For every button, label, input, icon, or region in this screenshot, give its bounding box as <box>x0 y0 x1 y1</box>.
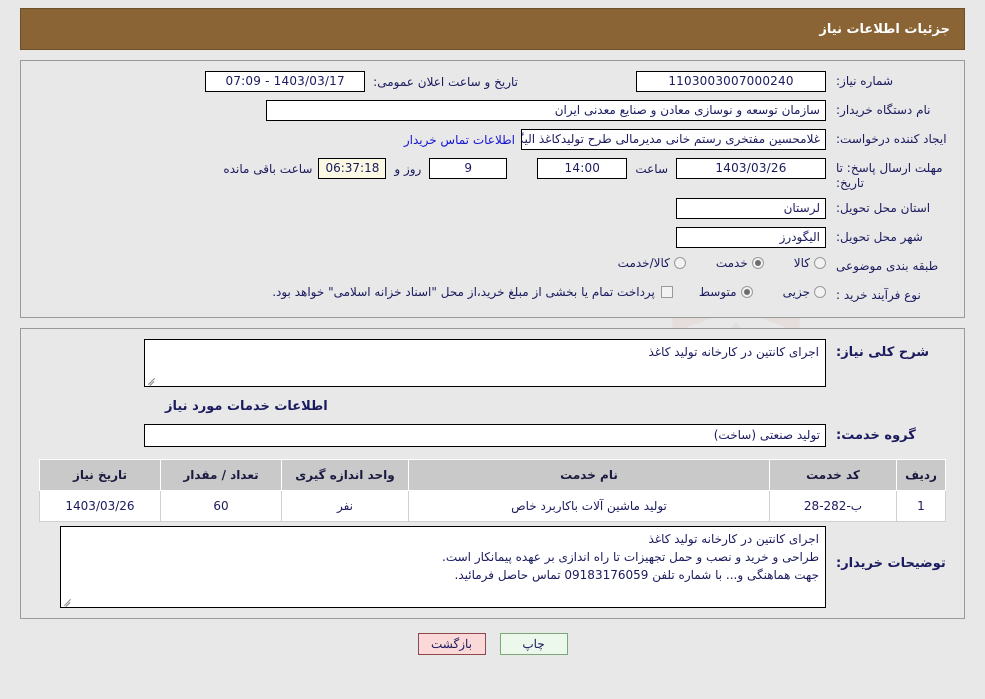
th-qty: تعداد / مقدار <box>160 459 282 491</box>
row-buyer-notes: توضیحات خریدار: اجرای کانتین در کارخانه … <box>31 526 954 608</box>
request-creator-label: ایجاد کننده درخواست: <box>836 132 947 146</box>
request-creator-value: غلامحسین مفتخری رستم خانی مدیرمالی طرح ت… <box>521 129 826 150</box>
purchase-process-option-motavasset-label: متوسط <box>698 285 737 299</box>
need-number-label: شماره نیاز: <box>836 74 893 88</box>
deadline-time-value: 14:00 <box>537 158 628 179</box>
delivery-city-label: شهر محل تحویل: <box>836 230 923 244</box>
service-group-label: گروه خدمت: <box>836 428 916 443</box>
service-group-value: تولید صنعتی (ساخت) <box>144 424 826 447</box>
print-button[interactable]: چاپ <box>499 633 568 655</box>
page-root: جزئیات اطلاعات نیاز شماره نیاز: 11030030… <box>0 8 985 655</box>
buyer-contact-link[interactable]: اطلاعات تماس خریدار <box>404 133 515 147</box>
buyer-notes-line-2: طراحی و خرید و نصب و حمل تجهیزات تا راه … <box>442 550 819 564</box>
resize-grip-icon[interactable] <box>147 375 157 386</box>
row-delivery-city: شهر محل تحویل: الیگودرز <box>31 227 954 249</box>
delivery-province-value: لرستان <box>676 198 826 219</box>
row-request-creator: ایجاد کننده درخواست: غلامحسین مفتخری رست… <box>31 129 954 151</box>
buyer-notes-label: توضیحات خریدار: <box>836 556 946 571</box>
radio-icon-khedmat[interactable] <box>751 257 764 269</box>
radio-icon-motavasset[interactable] <box>740 286 753 298</box>
purchase-process-radio-group: جزیی متوسط <box>699 285 826 299</box>
cell-date: 1403/03/26 <box>39 490 161 522</box>
delivery-province-label: استان محل تحویل: <box>836 201 931 215</box>
need-info-panel: شماره نیاز: 1103003007000240 تاریخ و ساع… <box>20 60 965 318</box>
services-table-wrap: ردیف کد خدمت نام خدمت واحد اندازه گیری ت… <box>39 459 946 522</box>
deadline-date-value: 1403/03/26 <box>676 158 826 179</box>
row-buyer-org: نام دستگاه خریدار: سازمان توسعه و نوسازی… <box>31 100 954 122</box>
purchase-process-option-jozii-label: جزیی <box>782 285 810 299</box>
subject-category-radio-group: کالا خدمت کالا/خدمت <box>618 256 826 270</box>
cell-code: ب-282-28 <box>769 490 897 522</box>
th-unit: واحد اندازه گیری <box>281 459 409 491</box>
deadline-countdown: 06:37:18 <box>318 158 387 179</box>
cell-radif: 1 <box>896 490 946 522</box>
cell-name: تولید ماشین آلات باکاربرد خاص <box>408 490 770 522</box>
need-details-panel: شرح کلی نیاز: اجرای کانتین در کارخانه تو… <box>20 328 965 619</box>
services-table: ردیف کد خدمت نام خدمت واحد اندازه گیری ت… <box>39 459 946 522</box>
subject-category-option-kala-khedmat-label: کالا/خدمت <box>617 256 670 270</box>
treasury-bond-note: پرداخت تمام یا بخشی از مبلغ خرید،از محل … <box>272 285 655 299</box>
deadline-label: مهلت ارسال پاسخ: تا تاریخ: <box>836 161 943 190</box>
purchase-process-option-jozii[interactable]: جزیی <box>783 285 826 299</box>
deadline-remaining-label: ساعت باقی مانده <box>223 161 313 176</box>
row-purchase-process: نوع فرآیند خرید : جزیی متوسط پرداخت تمام… <box>31 285 954 307</box>
page-title-bar: جزئیات اطلاعات نیاز <box>20 8 965 50</box>
deadline-days-label: روز و <box>394 161 422 176</box>
delivery-city-value: الیگودرز <box>676 227 826 248</box>
buyer-notes-textarea[interactable]: اجرای کانتین در کارخانه تولید کاغذ طراحی… <box>60 526 826 608</box>
back-button[interactable]: بازگشت <box>417 633 486 655</box>
purchase-process-label: نوع فرآیند خرید : <box>836 288 921 302</box>
subject-category-option-khedmat-label: خدمت <box>715 256 748 270</box>
table-row: 1 ب-282-28 تولید ماشین آلات باکاربرد خاص… <box>39 490 946 522</box>
buyer-org-value: سازمان توسعه و نوسازی معادن و صنایع معدن… <box>266 100 826 121</box>
general-desc-value: اجرای کانتین در کارخانه تولید کاغذ <box>648 345 819 359</box>
radio-icon-kala-khedmat[interactable] <box>673 257 686 269</box>
row-deadline: مهلت ارسال پاسخ: تا تاریخ: 1403/03/26 سا… <box>31 158 954 191</box>
radio-icon-jozii[interactable] <box>814 286 826 298</box>
buyer-notes-line-3: جهت هماهنگی و... با شماره تلفن 091831760… <box>454 568 820 582</box>
row-need-number: شماره نیاز: 1103003007000240 تاریخ و ساع… <box>31 71 954 93</box>
th-radif: ردیف <box>896 459 946 491</box>
row-subject-category: طبقه بندی موضوعی کالا خدمت کالا/خدمت <box>31 256 954 278</box>
table-header-row: ردیف کد خدمت نام خدمت واحد اندازه گیری ت… <box>39 459 946 491</box>
public-announce-value: 1403/03/17 - 07:09 <box>205 71 366 92</box>
row-general-desc: شرح کلی نیاز: اجرای کانتین در کارخانه تو… <box>31 339 954 387</box>
subject-category-label: طبقه بندی موضوعی <box>836 259 939 273</box>
general-desc-textarea[interactable]: اجرای کانتین در کارخانه تولید کاغذ <box>144 339 826 387</box>
treasury-bond-checkbox[interactable] <box>660 286 673 298</box>
buyer-org-label: نام دستگاه خریدار: <box>836 103 931 117</box>
th-date: تاریخ نیاز <box>39 459 161 491</box>
action-button-bar: چاپ بازگشت <box>8 633 977 655</box>
radio-icon-kala[interactable] <box>814 257 826 269</box>
purchase-process-option-motavasset[interactable]: متوسط <box>699 285 753 299</box>
public-announce-label: تاریخ و ساعت اعلان عمومی: <box>373 74 518 89</box>
subject-category-option-khedmat[interactable]: خدمت <box>716 256 764 270</box>
subject-category-option-kala[interactable]: کالا <box>794 256 826 270</box>
cell-qty: 60 <box>160 490 282 522</box>
need-number-value: 1103003007000240 <box>636 71 826 92</box>
th-code: کد خدمت <box>769 459 897 491</box>
services-section-heading: اطلاعات خدمات مورد نیاز <box>165 399 328 414</box>
subject-category-option-kala-khedmat[interactable]: کالا/خدمت <box>618 256 686 270</box>
row-service-group: گروه خدمت: تولید صنعتی (ساخت) <box>31 424 954 447</box>
th-name: نام خدمت <box>408 459 770 491</box>
row-delivery-province: استان محل تحویل: لرستان <box>31 198 954 220</box>
general-desc-label: شرح کلی نیاز: <box>836 345 930 360</box>
buyer-notes-line-1: اجرای کانتین در کارخانه تولید کاغذ <box>648 532 819 546</box>
subject-category-option-kala-label: کالا <box>793 256 810 270</box>
cell-unit: نفر <box>281 490 409 522</box>
page-title: جزئیات اطلاعات نیاز <box>819 21 950 37</box>
deadline-days-value: 9 <box>429 158 508 179</box>
resize-grip-icon-notes[interactable] <box>63 596 73 607</box>
deadline-time-label: ساعت <box>635 161 668 176</box>
